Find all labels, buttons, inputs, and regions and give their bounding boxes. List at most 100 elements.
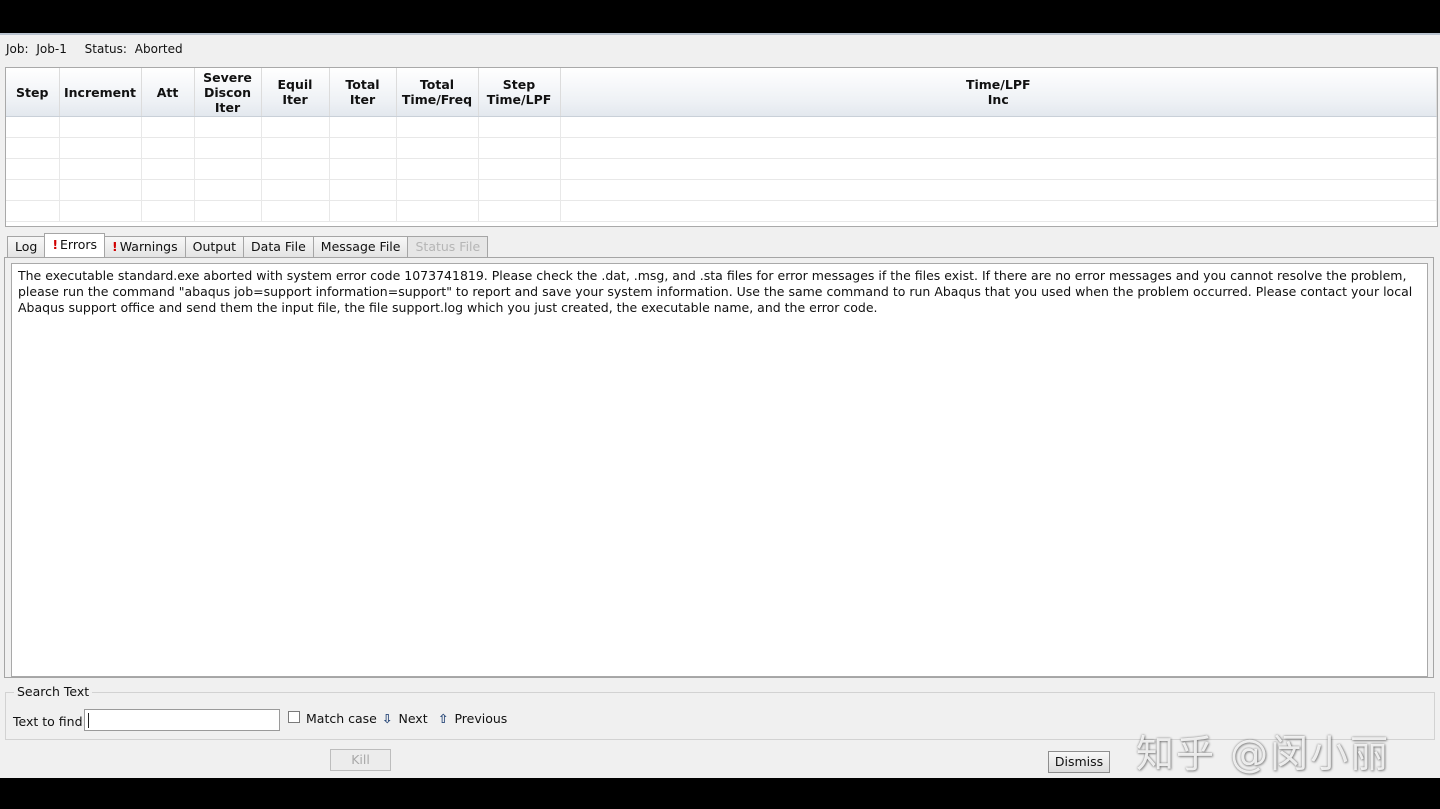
table-cell: [141, 179, 195, 201]
tab-log[interactable]: Log: [7, 236, 46, 257]
tab-label: Data File: [251, 239, 306, 254]
tab-label: Log: [15, 239, 38, 254]
table-cell: [329, 200, 397, 222]
previous-button[interactable]: ⇧ Previous: [438, 711, 507, 726]
column-header[interactable]: Severe Discon Iter: [194, 68, 262, 117]
table-row[interactable]: [6, 158, 1437, 180]
table-cell: [396, 137, 479, 159]
table-cell: [6, 116, 60, 138]
error-text-area[interactable]: The executable standard.exe aborted with…: [11, 263, 1428, 677]
text-cursor: [88, 713, 89, 728]
table-cell: [6, 179, 60, 201]
column-header-line: Total: [345, 77, 380, 92]
table-cell: [396, 200, 479, 222]
table-row[interactable]: [6, 137, 1437, 159]
tab-output[interactable]: Output: [184, 236, 245, 257]
status-value: Aborted: [134, 42, 183, 56]
table-cell: [6, 137, 60, 159]
table-cell: [261, 200, 330, 222]
column-header-line: Discon: [204, 84, 251, 100]
column-header[interactable]: Step Time/LPF: [478, 68, 561, 117]
tab-data-file[interactable]: Data File: [243, 236, 314, 257]
table-cell: [194, 116, 262, 138]
window-top-border: [0, 33, 1440, 35]
column-header[interactable]: Att: [141, 68, 195, 117]
column-header-line: Time/Freq: [401, 92, 473, 107]
output-tabs: Log! Errors! Warnings Output Data File Messag…: [7, 233, 489, 257]
column-header-line: Step: [16, 84, 49, 100]
table-cell: [261, 158, 330, 180]
table-row[interactable]: [6, 200, 1437, 222]
column-header-line: Iter: [349, 92, 376, 107]
tab-label: Errors: [60, 237, 98, 252]
watermark: 知乎 @闵小丽: [1136, 732, 1391, 776]
column-header-line: Step: [502, 77, 536, 92]
status-label: Status:: [84, 42, 127, 56]
job-status-line: Job: Job-1 Status: Aborted: [6, 42, 187, 56]
table-cell: [478, 158, 561, 180]
tab-label: Output: [192, 239, 237, 254]
tab-warnings[interactable]: ! Warnings: [104, 236, 186, 257]
table-cell: [478, 116, 561, 138]
table-cell: [141, 116, 195, 138]
table-row[interactable]: [6, 116, 1437, 138]
table-cell: [560, 137, 1437, 159]
table-cell: [396, 158, 479, 180]
column-header-line: Time/LPF: [965, 77, 1031, 92]
match-case-checkbox[interactable]: [288, 711, 300, 723]
column-header-line: Iter: [214, 99, 241, 115]
kill-button[interactable]: Kill: [330, 749, 391, 771]
table-cell: [560, 179, 1437, 201]
table-cell: [478, 137, 561, 159]
search-group-title: Search Text: [14, 684, 93, 699]
tab-status-file: Status File: [407, 236, 489, 257]
tab-label: Warnings: [119, 239, 178, 254]
table-cell: [194, 137, 262, 159]
column-header[interactable]: Time/LPF Inc: [560, 68, 1437, 117]
table-cell: [59, 158, 142, 180]
job-monitor-window: Job: Job-1 Status: Aborted Step Increment…: [0, 33, 1440, 778]
tab-errors[interactable]: ! Errors: [44, 233, 106, 257]
column-header[interactable]: Increment: [59, 68, 142, 117]
find-input[interactable]: [84, 709, 280, 731]
table-cell: [6, 200, 60, 222]
table-cell: [59, 137, 142, 159]
table-cell: [59, 116, 142, 138]
dismiss-button[interactable]: Dismiss: [1048, 751, 1110, 773]
table-cell: [141, 158, 195, 180]
tab-label: Status File: [415, 239, 481, 254]
table-cell: [329, 137, 397, 159]
column-header-line: Att: [156, 84, 179, 100]
table-cell: [396, 116, 479, 138]
table-row[interactable]: [6, 179, 1437, 201]
table-cell: [560, 116, 1437, 138]
column-header[interactable]: Total Iter: [329, 68, 397, 117]
column-header-line: Iter: [282, 92, 308, 107]
column-header-line: Increment: [64, 84, 136, 100]
progress-table[interactable]: Step Increment Att Severe Discon Iter Equil Ite…: [5, 67, 1438, 227]
column-header[interactable]: Step: [6, 68, 60, 117]
table-cell: [396, 179, 479, 201]
table-cell: [59, 200, 142, 222]
column-header[interactable]: Total Time/Freq: [396, 68, 479, 117]
next-button[interactable]: ⇩ Next: [382, 711, 428, 726]
table-cell: [261, 179, 330, 201]
column-header-line: Severe: [203, 69, 252, 85]
column-header[interactable]: Equil Iter: [261, 68, 330, 117]
tab-message-file[interactable]: Message File: [312, 236, 409, 257]
column-header-line: Time/LPF: [486, 92, 552, 107]
warning-mark-icon: !: [52, 237, 59, 252]
table-cell: [194, 179, 262, 201]
down-arrow-icon: ⇩: [382, 711, 393, 726]
warning-mark-icon: !: [112, 239, 118, 254]
table-cell: [261, 116, 330, 138]
table-cell: [141, 200, 195, 222]
table-cell: [194, 158, 262, 180]
match-case-label[interactable]: Match case: [306, 711, 377, 726]
table-cell: [329, 158, 397, 180]
tab-label: Message File: [320, 239, 401, 254]
table-cell: [329, 179, 397, 201]
up-arrow-icon: ⇧: [438, 711, 449, 726]
table-cell: [6, 158, 60, 180]
table-cell: [478, 179, 561, 201]
